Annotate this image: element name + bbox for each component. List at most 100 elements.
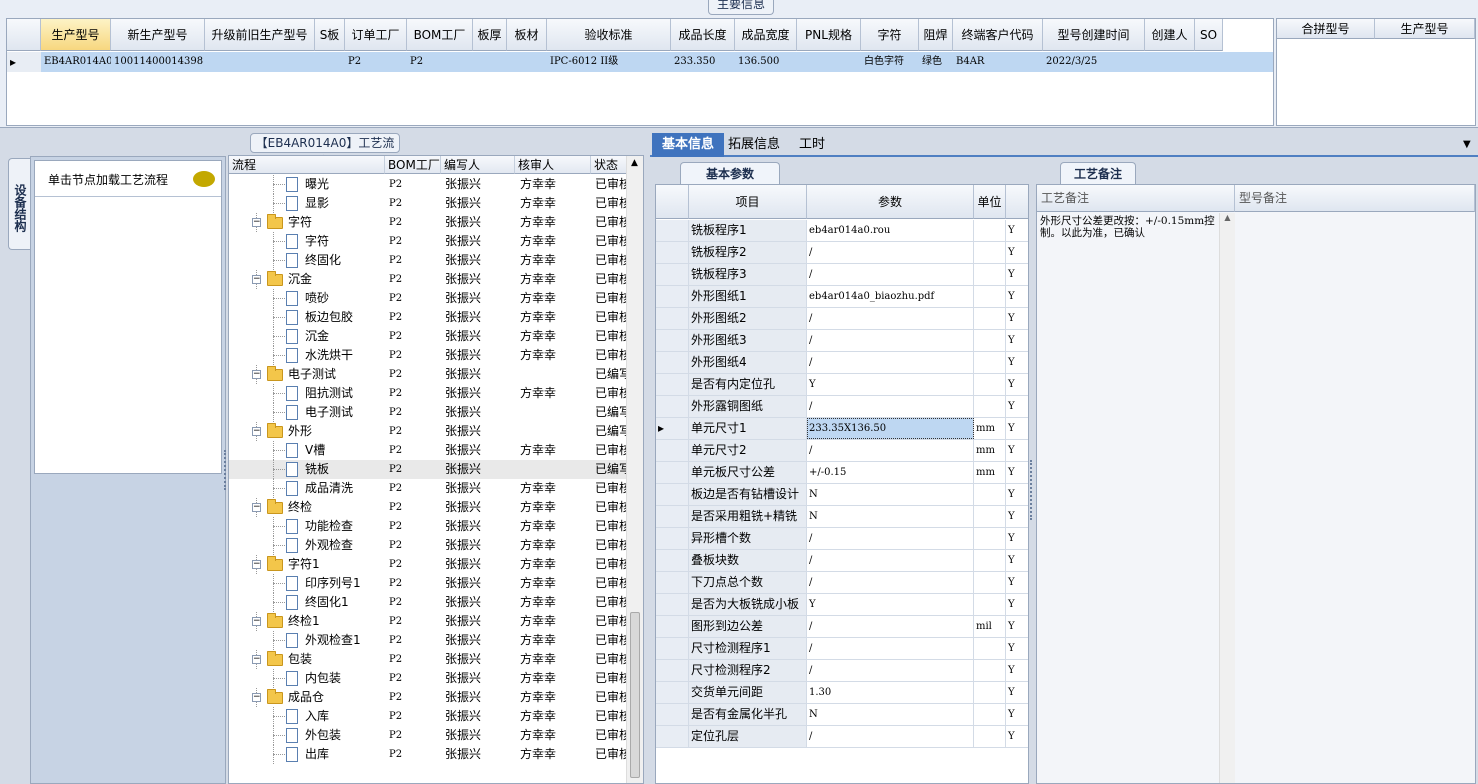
tree-row[interactable]: − 电子测试 P2 张振兴 已编写 [229, 365, 629, 384]
param-cell-param[interactable]: N [807, 484, 974, 505]
notes-col-process[interactable]: 工艺备注 [1037, 185, 1235, 212]
row-cell[interactable]: 233.350 [671, 52, 735, 72]
tree-row[interactable]: 内包装 P2 张振兴 方幸幸 已审核 [229, 669, 629, 688]
tree-col-writer[interactable]: 编写人 [441, 156, 515, 174]
param-row[interactable]: 单元板尺寸公差 +/-0.15 mm Y [656, 462, 1028, 484]
merge-model-header[interactable]: 合拼型号 [1277, 19, 1375, 39]
tree-col-bom[interactable]: BOM工厂 [385, 156, 441, 174]
col-header[interactable]: 创建人 [1145, 19, 1195, 51]
param-cell-param[interactable]: Y [807, 594, 974, 615]
tree-row[interactable]: − 成品仓 P2 张振兴 方幸幸 已审核 [229, 688, 629, 707]
col-header[interactable]: 终端客户代码 [953, 19, 1043, 51]
param-row[interactable]: 外形图纸2/ Y [656, 308, 1028, 330]
params-col-item[interactable]: 项目 [689, 185, 807, 219]
col-header[interactable]: 升级前旧生产型号 [205, 19, 315, 51]
row-cell[interactable] [797, 52, 861, 72]
param-cell-param[interactable]: N [807, 704, 974, 725]
row-cell[interactable]: 绿色 [919, 52, 953, 72]
param-cell-param[interactable]: / [807, 550, 974, 571]
tree-row[interactable]: 出库 P2 张振兴 方幸幸 已审核 [229, 745, 629, 764]
row-cell[interactable] [473, 52, 507, 72]
col-header[interactable]: S板 [315, 19, 345, 51]
tree-row[interactable]: − 字符 P2 张振兴 方幸幸 已审核 [229, 213, 629, 232]
node-list[interactable] [34, 160, 222, 474]
tree-row[interactable]: 喷砂 P2 张振兴 方幸幸 已审核 [229, 289, 629, 308]
tree-row[interactable]: 电子测试 P2 张振兴 已编写 [229, 403, 629, 422]
row-cell[interactable]: EB4AR014A0 [41, 52, 111, 72]
tree-row[interactable]: − 包装 P2 张振兴 方幸幸 已审核 [229, 650, 629, 669]
row-cell[interactable]: 白色字符 [861, 52, 919, 72]
tree-row[interactable]: 终固化1 P2 张振兴 方幸幸 已审核 [229, 593, 629, 612]
subtab-process-notes[interactable]: 工艺备注 [1060, 162, 1136, 184]
param-cell-param[interactable]: 233.35X136.50 [807, 418, 974, 439]
param-row[interactable]: 铣板程序2/ Y [656, 242, 1028, 264]
row-cell[interactable] [315, 52, 345, 72]
param-row[interactable]: 外形露铜图纸 / Y [656, 396, 1028, 418]
prod-model-header[interactable]: 生产型号 [1375, 19, 1475, 39]
tree-row[interactable]: 功能检查 P2 张振兴 方幸幸 已审核 [229, 517, 629, 536]
notes-grid[interactable]: 工艺备注 型号备注 外形尺寸公差更改按：+/-0.15mm控制。以此为准，已确认… [1036, 184, 1476, 784]
params-col-param[interactable]: 参数 [807, 185, 974, 219]
tree-row[interactable]: 水洗烘干 P2 张振兴 方幸幸 已审核 [229, 346, 629, 365]
row-cell[interactable]: 2022/3/25 [1043, 52, 1145, 72]
col-header[interactable]: 板厚 [473, 19, 507, 51]
param-cell-param[interactable]: / [807, 616, 974, 637]
param-row[interactable]: 尺寸检测程序1/ Y [656, 638, 1028, 660]
tree-row[interactable]: 外观检查1 P2 张振兴 方幸幸 已审核 [229, 631, 629, 650]
tree-scroll-thumb[interactable] [630, 612, 640, 778]
param-row[interactable]: 板边是否有钻槽设计 N Y [656, 484, 1028, 506]
tab-basic-info[interactable]: 基本信息 [652, 133, 724, 157]
collapse-icon[interactable]: − [252, 427, 261, 436]
row-cell[interactable]: P2 [407, 52, 473, 72]
param-cell-param[interactable]: / [807, 308, 974, 329]
param-cell-param[interactable]: / [807, 572, 974, 593]
param-row[interactable]: 外形图纸4/ Y [656, 352, 1028, 374]
param-row[interactable]: 外形图纸1 eb4ar014a0_biaozhu.pdf Y [656, 286, 1028, 308]
param-cell-param[interactable]: / [807, 330, 974, 351]
tab-extended-info[interactable]: 拓展信息 [726, 133, 782, 157]
param-cell-param[interactable]: Y [807, 374, 974, 395]
tree-row[interactable]: 外包装 P2 张振兴 方幸幸 已审核 [229, 726, 629, 745]
collapse-icon[interactable]: − [252, 617, 261, 626]
col-header[interactable]: 型号创建时间 [1043, 19, 1145, 51]
row-cell[interactable]: P2 [345, 52, 407, 72]
row-cell[interactable] [1145, 52, 1195, 72]
param-row[interactable]: 是否有金属化半孔 N Y [656, 704, 1028, 726]
param-row[interactable]: 图形到边公差 / mil Y [656, 616, 1028, 638]
param-cell-param[interactable]: / [807, 726, 974, 747]
subtab-basic-params[interactable]: 基本参数 [680, 162, 780, 184]
param-row[interactable]: 是否有内定位孔 Y Y [656, 374, 1028, 396]
note-scrollbar[interactable]: ▲ [1219, 213, 1235, 783]
tree-scrollbar[interactable]: ▲ [626, 156, 643, 783]
col-header[interactable]: 字符 [861, 19, 919, 51]
param-row[interactable]: 尺寸检测程序2/ Y [656, 660, 1028, 682]
col-header[interactable]: 板材 [507, 19, 547, 51]
tree-row[interactable]: − 终检1 P2 张振兴 方幸幸 已审核 [229, 612, 629, 631]
scroll-up-icon[interactable]: ▲ [631, 158, 638, 168]
note-scroll-up-icon[interactable]: ▲ [1220, 213, 1235, 222]
param-cell-param[interactable]: / [807, 660, 974, 681]
param-cell-param[interactable]: / [807, 242, 974, 263]
row-cell[interactable] [1195, 52, 1223, 72]
tree-row[interactable]: 印序列号1 P2 张振兴 方幸幸 已审核 [229, 574, 629, 593]
merge-model-grid[interactable]: 合拼型号 生产型号 [1276, 18, 1476, 126]
process-tree[interactable]: 流程 BOM工厂 编写人 核审人 状态 曝光 P2 张振兴 方幸幸 已审核 显影 P2 张振兴… [228, 155, 644, 784]
basic-params-grid[interactable]: 项目 参数 单位 铣板程序1 eb4ar014a0.rou Y 铣板程序2/Y 铣板程序… [655, 184, 1029, 784]
tree-col-status[interactable]: 状态 [591, 156, 629, 174]
param-row[interactable]: 下刀点总个数 / Y [656, 572, 1028, 594]
notes-col-model[interactable]: 型号备注 [1235, 185, 1475, 212]
col-header[interactable]: 阻焊 [919, 19, 953, 51]
param-cell-param[interactable]: / [807, 352, 974, 373]
param-cell-param[interactable]: / [807, 528, 974, 549]
tree-row[interactable]: 成品清洗 P2 张振兴 方幸幸 已审核 [229, 479, 629, 498]
tree-row[interactable]: 铣板 P2 张振兴 已编写 [229, 460, 629, 479]
params-col-unit[interactable]: 单位 [974, 185, 1006, 219]
param-row[interactable]: 铣板程序3/ Y [656, 264, 1028, 286]
row-cell[interactable] [507, 52, 547, 72]
tree-row[interactable]: − 字符1 P2 张振兴 方幸幸 已审核 [229, 555, 629, 574]
tree-row[interactable]: − 沉金 P2 张振兴 方幸幸 已审核 [229, 270, 629, 289]
tree-row[interactable]: 显影 P2 张振兴 方幸幸 已审核 [229, 194, 629, 213]
collapse-icon[interactable]: − [252, 275, 261, 284]
param-cell-param[interactable]: / [807, 638, 974, 659]
tab-menu-chevron-icon[interactable]: ▼ [1463, 139, 1471, 150]
